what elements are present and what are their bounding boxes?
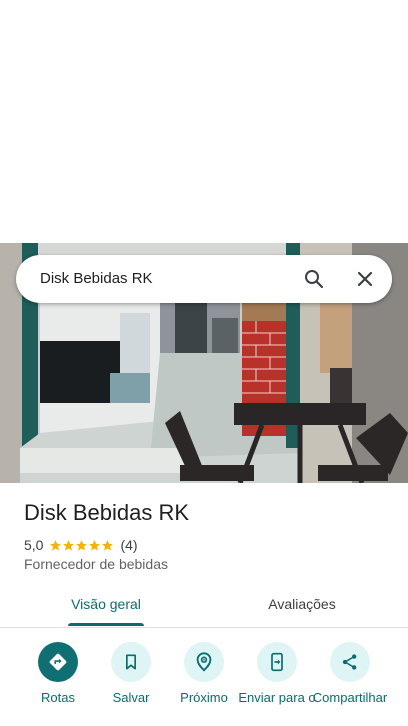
share-button[interactable]: Compartilhar	[311, 642, 389, 706]
directions-label: Rotas	[41, 690, 75, 705]
star-icon	[102, 539, 114, 551]
send-to-phone-label: Enviar para o	[238, 690, 316, 705]
star-icon	[76, 539, 88, 551]
tab-bar: Visão geral Avaliações	[0, 586, 408, 628]
close-icon[interactable]	[353, 267, 377, 291]
nearby-label: Próximo	[180, 690, 228, 705]
save-label: Salvar	[112, 690, 150, 705]
rating-stars	[49, 539, 114, 552]
directions-button[interactable]: Rotas	[19, 642, 97, 706]
star-icon	[50, 539, 62, 551]
rating-value: 5,0	[24, 537, 44, 553]
bookmark-icon	[111, 642, 151, 682]
search-query[interactable]: Disk Bebidas RK	[40, 270, 153, 287]
star-icon	[63, 539, 75, 551]
map-area-blank	[0, 0, 408, 243]
share-label: Compartilhar	[312, 690, 388, 705]
search-bar[interactable]: Disk Bebidas RK	[16, 255, 392, 303]
send-to-phone-button[interactable]: Enviar para o	[238, 642, 316, 706]
rating-row[interactable]: 5,0 (4)	[24, 536, 138, 554]
tab-overview[interactable]: Visão geral	[40, 586, 172, 626]
tab-reviews[interactable]: Avaliações	[232, 586, 372, 626]
directions-icon	[38, 642, 78, 682]
save-button[interactable]: Salvar	[92, 642, 170, 706]
place-category: Fornecedor de bebidas	[24, 556, 168, 572]
tab-reviews-label: Avaliações	[268, 596, 336, 612]
nearby-icon	[184, 642, 224, 682]
active-tab-indicator	[68, 623, 144, 626]
tab-overview-label: Visão geral	[71, 596, 141, 612]
nearby-button[interactable]: Próximo	[165, 642, 243, 706]
review-count[interactable]: (4)	[120, 537, 137, 553]
share-icon	[330, 642, 370, 682]
action-bar: Rotas Salvar Próximo Enviar para o Compa…	[0, 636, 408, 726]
star-icon	[89, 539, 101, 551]
place-title: Disk Bebidas RK	[24, 500, 190, 525]
send-to-phone-icon	[257, 642, 297, 682]
search-icon[interactable]	[302, 267, 326, 291]
